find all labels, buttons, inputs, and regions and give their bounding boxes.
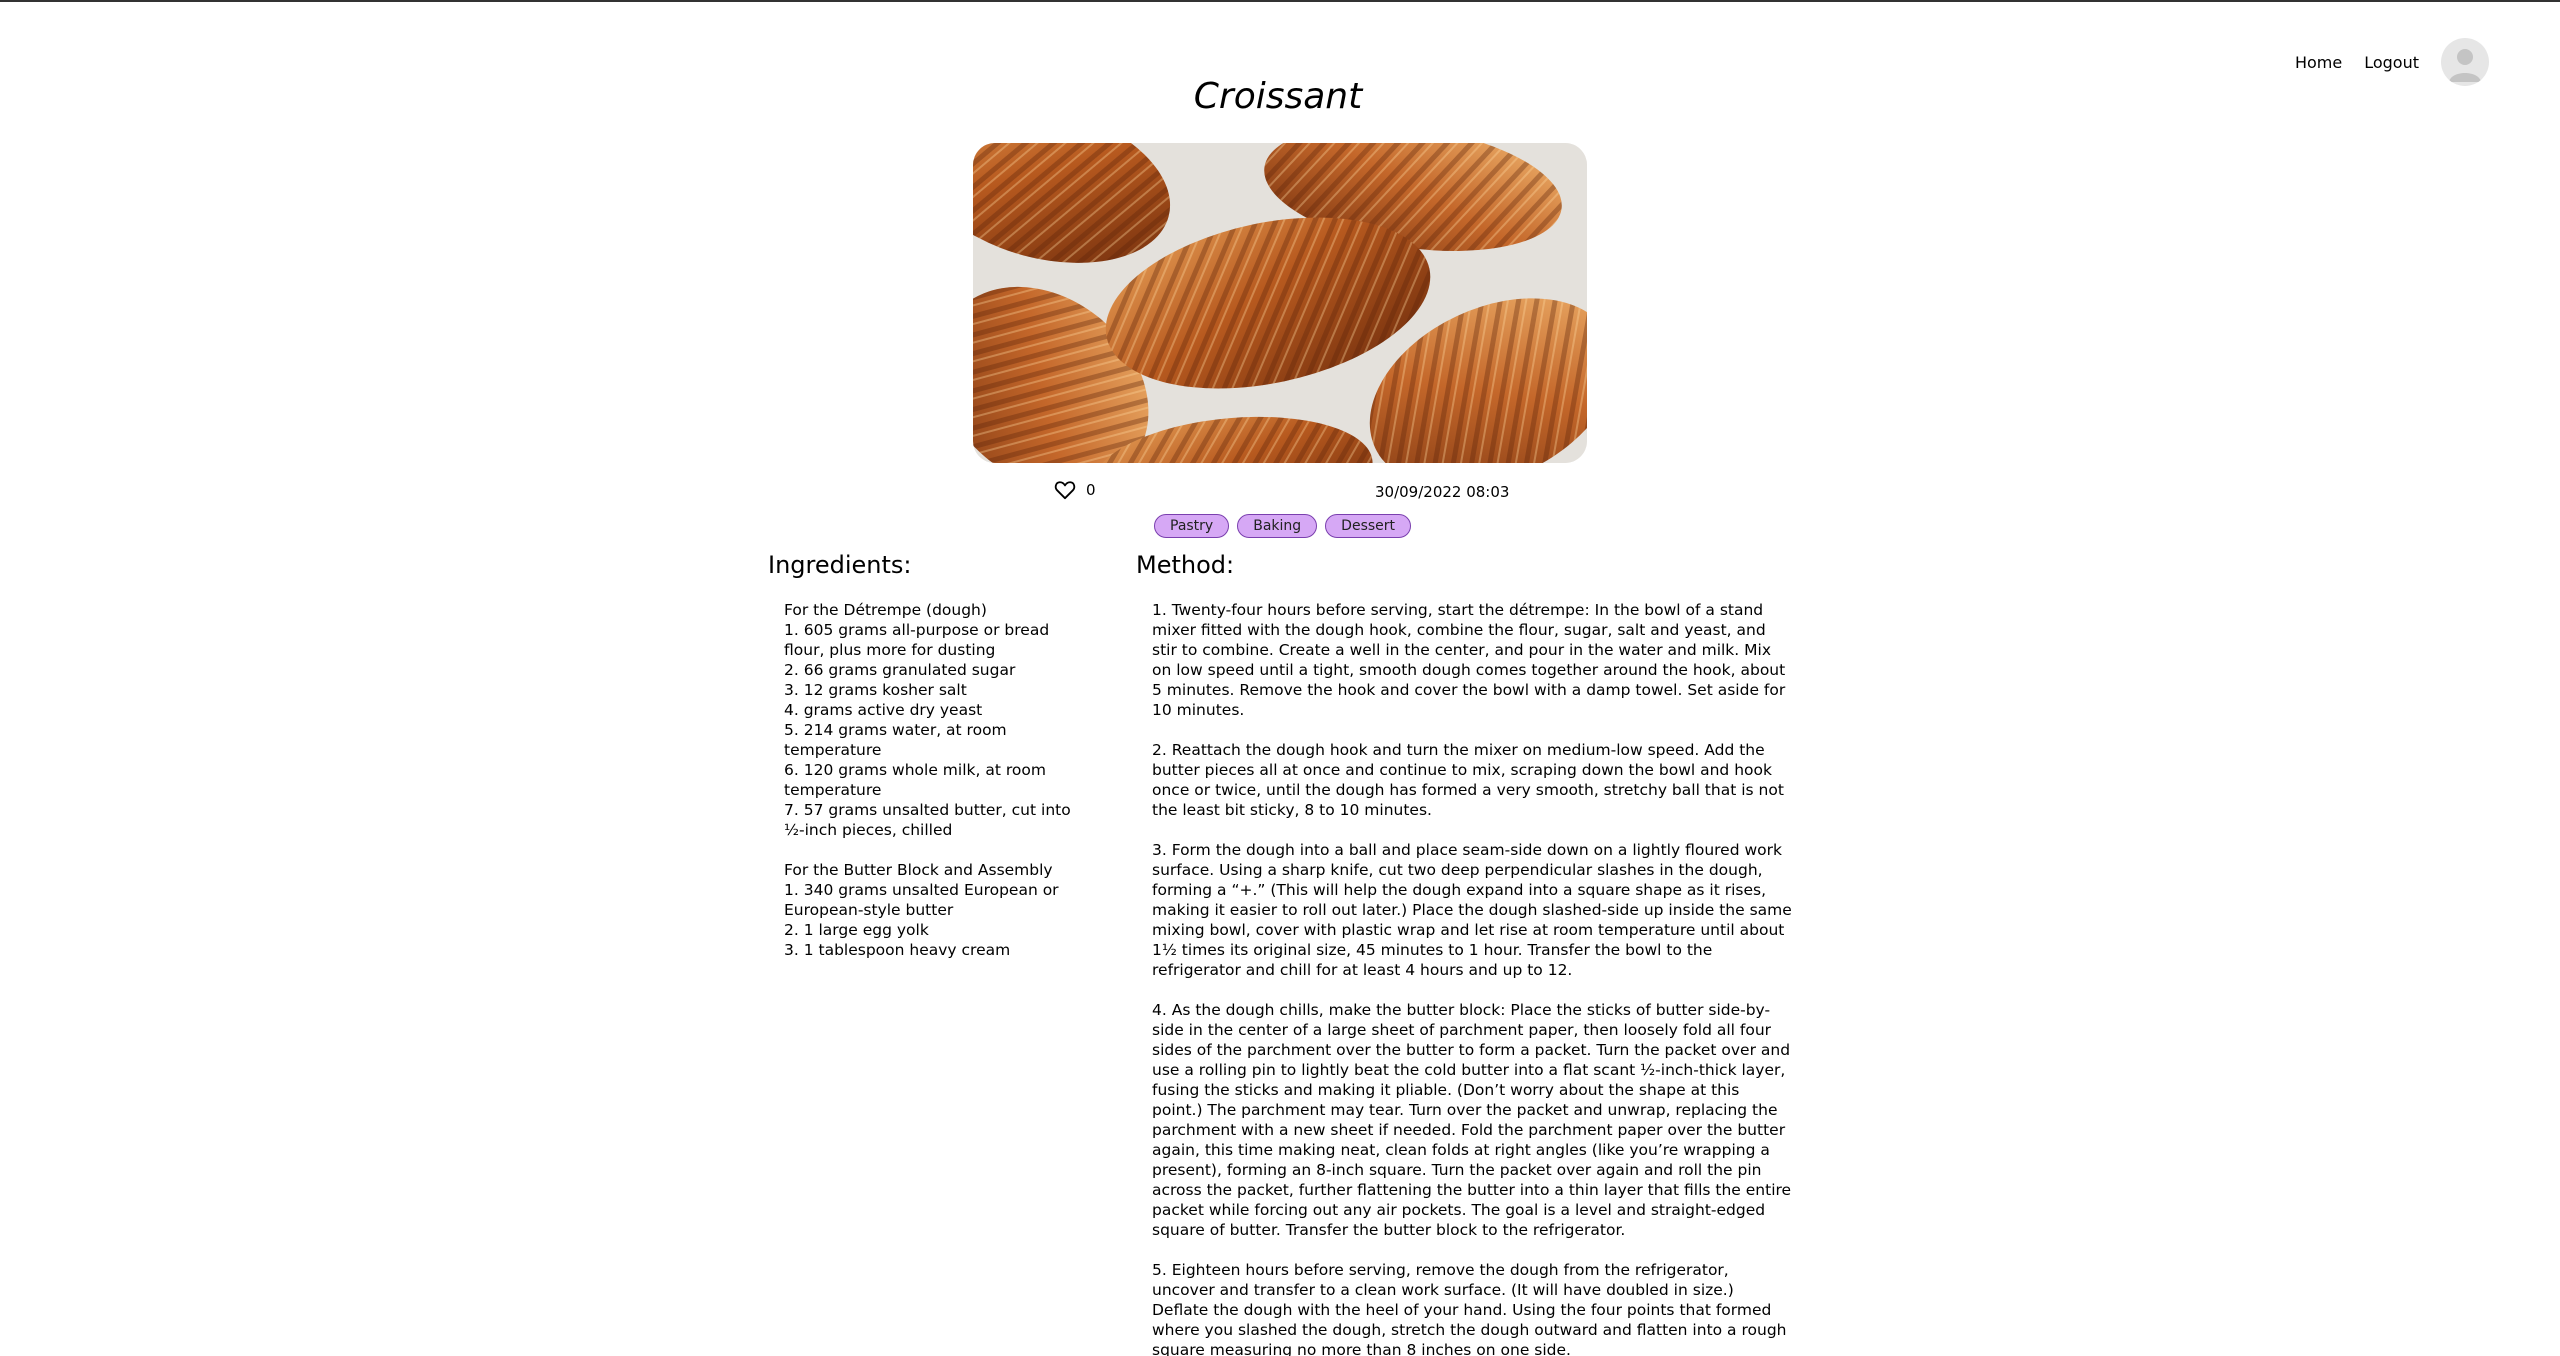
method-step: 2. Reattach the dough hook and turn the … bbox=[1152, 741, 1784, 819]
method-steps: 1. Twenty-four hours before serving, sta… bbox=[1152, 600, 1792, 1356]
recipe-page: Home Logout Croissant 0 30/09/2022 08:03… bbox=[0, 0, 2560, 1356]
ingredients-list: For the Détrempe (dough) 1. 605 grams al… bbox=[784, 600, 1084, 960]
tag-pastry[interactable]: Pastry bbox=[1154, 514, 1230, 538]
ingredient-line: 1. 340 grams unsalted European or Europe… bbox=[784, 881, 1059, 919]
method-step: 3. Form the dough into a ball and place … bbox=[1152, 841, 1792, 979]
recipe-photo bbox=[973, 143, 1587, 463]
tag-dessert[interactable]: Dessert bbox=[1325, 514, 1412, 538]
ingredient-line: 5. 214 grams water, at room temperature bbox=[784, 721, 1007, 759]
ingredient-section-title: For the Butter Block and Assembly bbox=[784, 861, 1053, 879]
recipe-title: Croissant bbox=[1193, 76, 1363, 117]
ingredient-line: 3. 12 grams kosher salt bbox=[784, 681, 967, 699]
logout-link[interactable]: Logout bbox=[2364, 53, 2419, 72]
like-count: 0 bbox=[1086, 481, 1096, 499]
like-button[interactable]: 0 bbox=[1054, 480, 1096, 500]
ingredients-heading: Ingredients: bbox=[768, 551, 912, 579]
method-heading: Method: bbox=[1136, 551, 1235, 579]
ingredient-line: 2. 66 grams granulated sugar bbox=[784, 661, 1016, 679]
ingredient-line: 1. 605 grams all-purpose or bread flour,… bbox=[784, 621, 1050, 659]
tag-list: Pastry Baking Dessert bbox=[1154, 514, 1412, 538]
ingredient-line: 6. 120 grams whole milk, at room tempera… bbox=[784, 761, 1046, 799]
method-step: 4. As the dough chills, make the butter … bbox=[1152, 1001, 1792, 1239]
heart-outline-icon bbox=[1054, 481, 1076, 500]
method-step: 1. Twenty-four hours before serving, sta… bbox=[1152, 601, 1786, 719]
ingredient-line: 2. 1 large egg yolk bbox=[784, 921, 929, 939]
ingredient-spacer bbox=[784, 840, 1084, 860]
ingredient-line: 7. 57 grams unsalted butter, cut into ½-… bbox=[784, 801, 1071, 839]
tag-baking[interactable]: Baking bbox=[1237, 514, 1318, 538]
ingredient-section-title: For the Détrempe (dough) bbox=[784, 601, 987, 619]
ingredient-line: 3. 1 tablespoon heavy cream bbox=[784, 941, 1011, 959]
post-date: 30/09/2022 08:03 bbox=[1375, 483, 1510, 501]
ingredient-line: 4. grams active dry yeast bbox=[784, 701, 983, 719]
home-link[interactable]: Home bbox=[2295, 53, 2342, 72]
method-step: 5. Eighteen hours before serving, remove… bbox=[1152, 1261, 1787, 1356]
